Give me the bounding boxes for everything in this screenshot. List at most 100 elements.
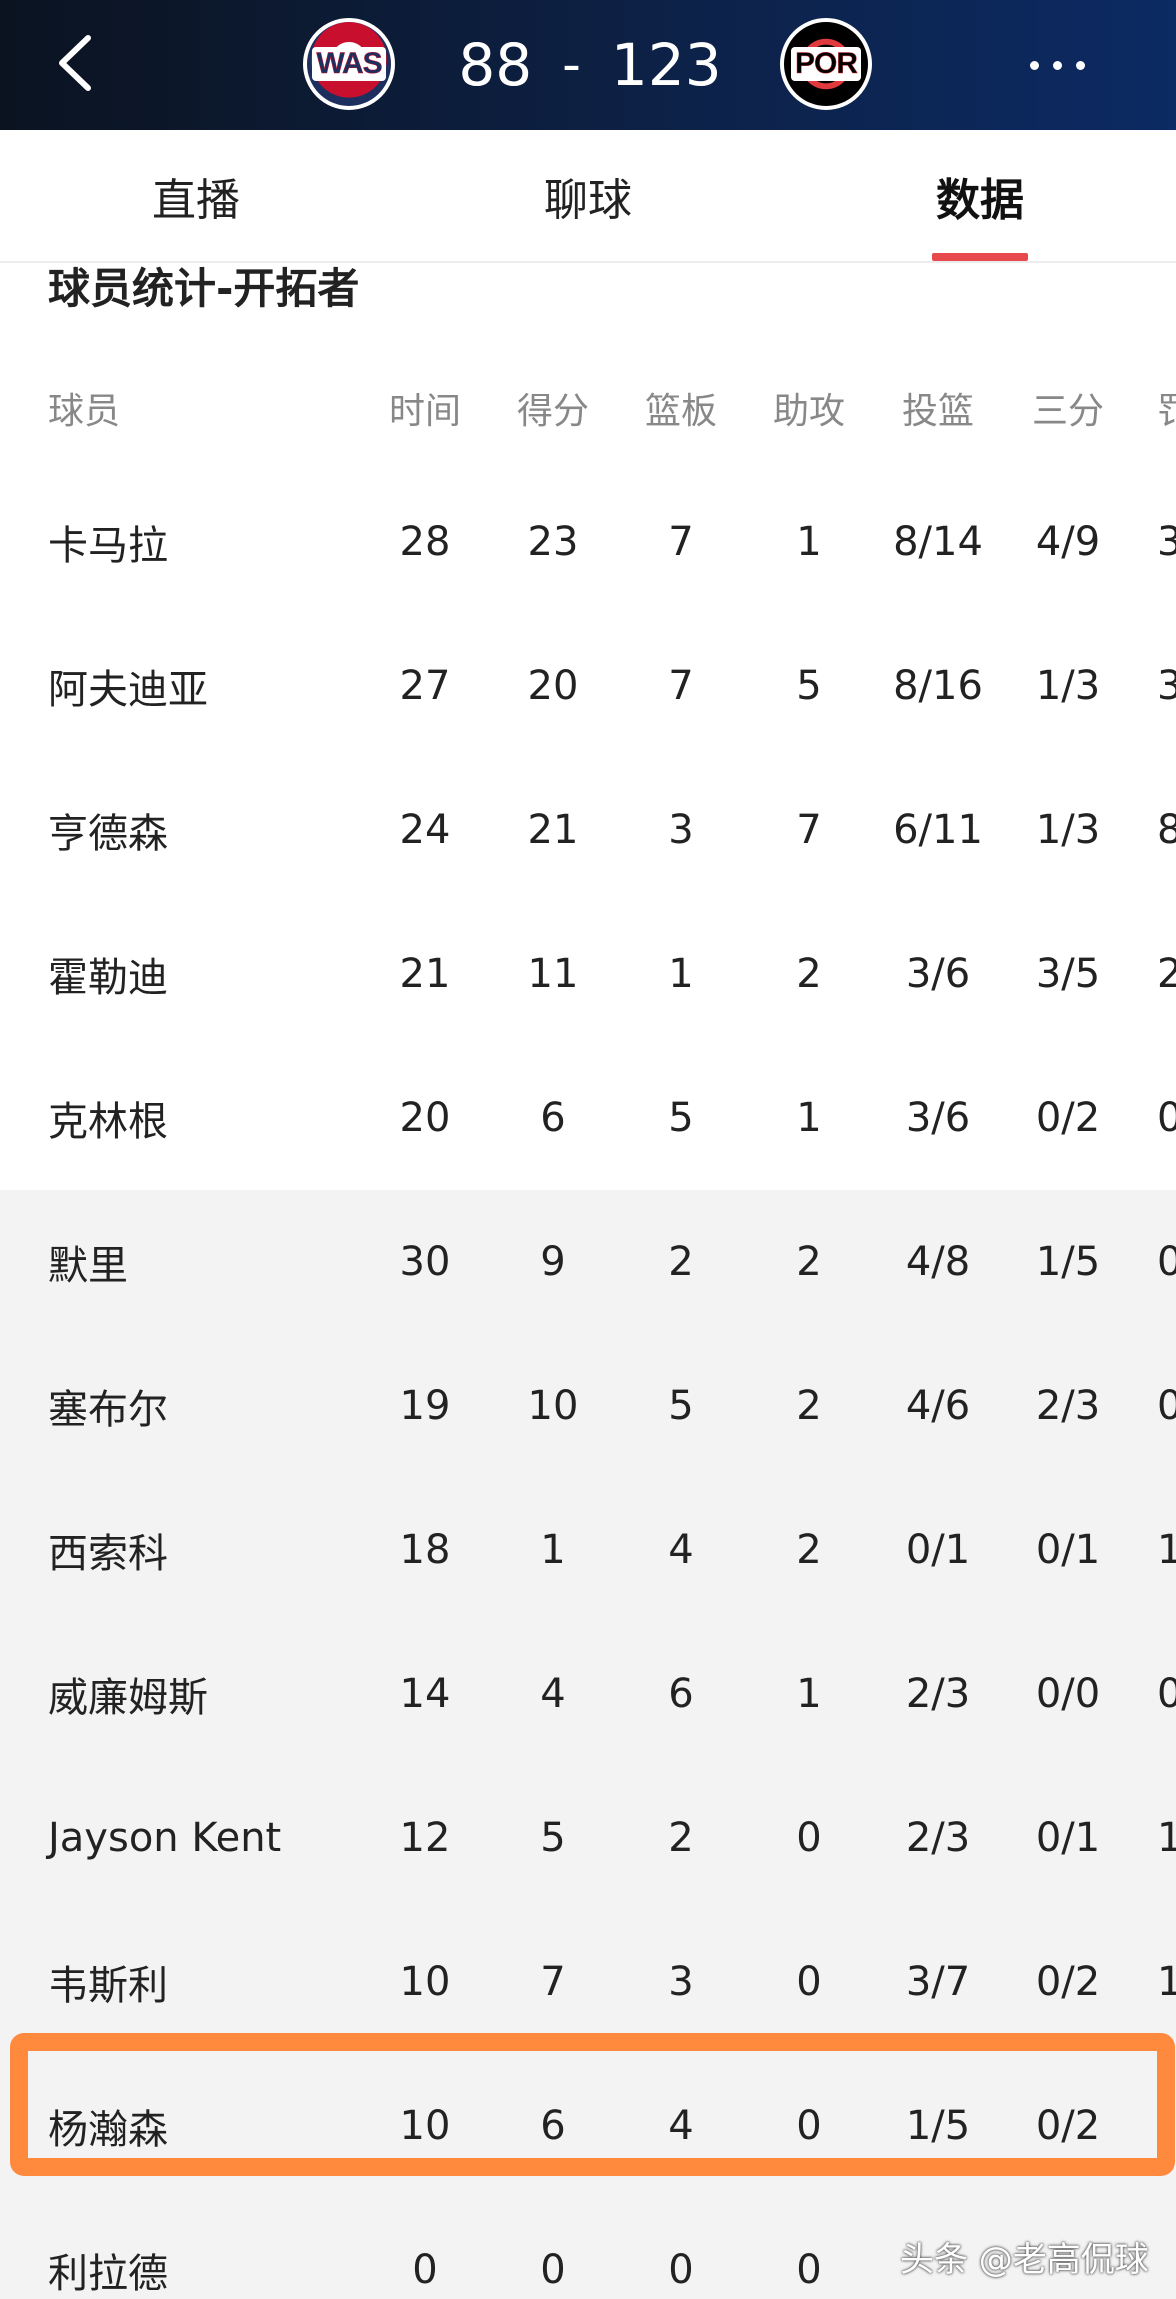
table-row[interactable]: 亨德森 24 21 3 7 6/11 1/3 8 [0, 758, 1176, 902]
watermark: 头条 @老高侃球 [900, 2240, 1149, 2280]
points-cell: 4 [540, 1671, 566, 1717]
table-row[interactable]: Jayson Kent 12 5 2 0 2/3 0/1 1 [0, 1766, 1176, 1910]
three-pointers-cell: 0/1 [1035, 1815, 1101, 1861]
three-pointers-cell: 4/9 [1035, 519, 1101, 565]
table-row[interactable]: 霍勒迪 21 11 1 2 3/6 3/5 2 [0, 902, 1176, 1046]
points-cell: 20 [527, 663, 579, 709]
assists-cell: 1 [796, 1671, 822, 1717]
table-row[interactable]: 卡马拉 28 23 7 1 8/14 4/9 3 [0, 470, 1176, 614]
player-stats-table: 球员 时间 得分 篮板 助攻 投篮 三分 罚 卡马拉 28 23 7 1 8/14 4/9 3… [0, 345, 1176, 2299]
minutes-cell: 14 [399, 1671, 451, 1717]
minutes-cell: 0 [412, 2247, 438, 2293]
player-name-cell: 默里 [48, 1243, 128, 1289]
column-header-field-goals[interactable]: 投篮 [878, 345, 998, 470]
free-throws-cell [1157, 2198, 1176, 2299]
three-pointers-cell: 0/2 [1035, 2103, 1101, 2149]
player-name-cell: 克林根 [48, 1099, 168, 1145]
table-row[interactable]: 杨瀚森 10 6 4 0 1/5 0/2 [0, 2054, 1176, 2198]
three-pointers-cell: 2/3 [1035, 1383, 1101, 1429]
player-name-cell: 利拉德 [48, 2251, 168, 2297]
player-name-cell: 韦斯利 [48, 1963, 168, 2009]
free-throws-cell: 1 [1157, 1527, 1176, 1573]
player-name-cell: 杨瀚森 [48, 2107, 168, 2153]
tab-stats[interactable]: 数据 [850, 130, 1110, 261]
table-row[interactable]: 韦斯利 10 7 3 0 3/7 0/2 1 [0, 1910, 1176, 2054]
rebounds-cell: 7 [668, 663, 694, 709]
free-throws-cell: 3 [1157, 663, 1176, 709]
points-cell: 23 [527, 519, 579, 565]
column-header-points[interactable]: 得分 [493, 345, 613, 470]
minutes-cell: 28 [399, 519, 451, 565]
rebounds-cell: 5 [668, 1095, 694, 1141]
home-team-logo[interactable]: WAS [303, 18, 395, 110]
tab-bar: 直播 聊球 数据 [0, 130, 1176, 263]
points-cell: 6 [540, 1095, 566, 1141]
player-name-cell: 亨德森 [48, 811, 168, 857]
points-cell: 5 [540, 1815, 566, 1861]
rebounds-cell: 6 [668, 1671, 694, 1717]
assists-cell: 2 [796, 1383, 822, 1429]
free-throws-cell: 0 [1157, 1095, 1176, 1141]
tab-live[interactable]: 直播 [66, 130, 326, 261]
points-cell: 10 [527, 1383, 579, 1429]
away-score: 123 [610, 31, 722, 99]
assists-cell: 7 [796, 807, 822, 853]
field-goals-cell: 0/1 [905, 1527, 971, 1573]
free-throws-cell: 1 [1157, 1815, 1176, 1861]
rebounds-cell: 3 [668, 1959, 694, 2005]
three-pointers-cell: 1/3 [1035, 663, 1101, 709]
assists-cell: 2 [796, 951, 822, 997]
rebounds-cell: 4 [668, 1527, 694, 1573]
rebounds-cell: 4 [668, 2103, 694, 2149]
assists-cell: 5 [796, 663, 822, 709]
free-throws-cell [1157, 2054, 1176, 2198]
column-header-three-pointers[interactable]: 三分 [1008, 345, 1128, 470]
tab-chat[interactable]: 聊球 [458, 130, 718, 261]
field-goals-cell: 8/16 [893, 663, 983, 709]
column-header-assists[interactable]: 助攻 [749, 345, 869, 470]
player-name-cell: 威廉姆斯 [48, 1675, 208, 1721]
field-goals-cell: 8/14 [893, 519, 983, 565]
points-cell: 6 [540, 2103, 566, 2149]
points-cell: 7 [540, 1959, 566, 2005]
minutes-cell: 10 [399, 1959, 451, 2005]
assists-cell: 0 [796, 1959, 822, 2005]
assists-cell: 0 [796, 1815, 822, 1861]
field-goals-cell: 4/8 [905, 1239, 971, 1285]
points-cell: 1 [540, 1527, 566, 1573]
column-header-free-throws[interactable]: 罚 [1157, 345, 1176, 470]
column-header-rebounds[interactable]: 篮板 [621, 345, 741, 470]
table-row[interactable]: 威廉姆斯 14 4 6 1 2/3 0/0 0 [0, 1622, 1176, 1766]
minutes-cell: 10 [399, 2103, 451, 2149]
three-pointers-cell: 1/3 [1035, 807, 1101, 853]
back-icon[interactable] [48, 30, 108, 96]
assists-cell: 2 [796, 1239, 822, 1285]
rebounds-cell: 7 [668, 519, 694, 565]
table-row[interactable]: 克林根 20 6 5 1 3/6 0/2 0 [0, 1046, 1176, 1190]
points-cell: 9 [540, 1239, 566, 1285]
rebounds-cell: 2 [668, 1815, 694, 1861]
three-pointers-cell: 0/0 [1035, 1671, 1101, 1717]
free-throws-cell: 1 [1157, 1959, 1176, 2005]
table-row[interactable]: 西索科 18 1 4 2 0/1 0/1 1 [0, 1478, 1176, 1622]
section-title: 球员统计-开拓者 [48, 264, 360, 313]
column-header-player: 球员 [48, 390, 121, 432]
column-header-minutes[interactable]: 时间 [365, 345, 485, 470]
points-cell: 21 [527, 807, 579, 853]
table-row[interactable]: 默里 30 9 2 2 4/8 1/5 0 [0, 1190, 1176, 1334]
assists-cell: 0 [796, 2103, 822, 2149]
player-name-cell: 卡马拉 [48, 523, 168, 569]
points-cell: 0 [540, 2247, 566, 2293]
game-header: WAS 88 - 123 POR [0, 0, 1176, 130]
away-team-logo[interactable]: POR [780, 18, 872, 110]
rebounds-cell: 0 [668, 2247, 694, 2293]
table-row[interactable]: 塞布尔 19 10 5 2 4/6 2/3 0 [0, 1334, 1176, 1478]
field-goals-cell: 2/3 [905, 1671, 971, 1717]
assists-cell: 0 [796, 2247, 822, 2293]
free-throws-cell: 8 [1157, 807, 1176, 853]
free-throws-cell: 3 [1157, 519, 1176, 565]
three-pointers-cell: 1/5 [1035, 1239, 1101, 1285]
points-cell: 11 [527, 951, 579, 997]
table-row[interactable]: 阿夫迪亚 27 20 7 5 8/16 1/3 3 [0, 614, 1176, 758]
more-options-icon[interactable] [1030, 50, 1100, 80]
